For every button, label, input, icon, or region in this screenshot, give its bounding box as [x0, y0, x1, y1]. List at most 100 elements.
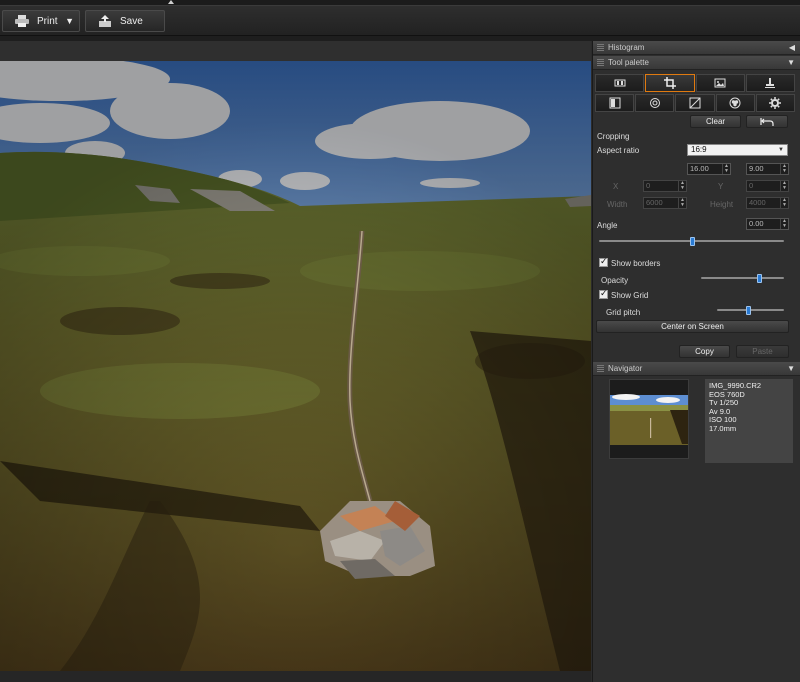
viewer-top-band [0, 41, 591, 61]
cropping-section-title: Cropping [597, 132, 630, 141]
save-icon [99, 15, 111, 27]
width-field[interactable]: 6000 ▲ ▼ [643, 197, 687, 209]
frame-icon [609, 97, 621, 109]
stepper-icon[interactable]: ▲ ▼ [678, 181, 686, 191]
grid-pitch-label: Grid pitch [606, 308, 641, 317]
tone-curve-icon [689, 97, 701, 109]
width-label: Width [607, 200, 628, 209]
slider-thumb[interactable] [757, 274, 763, 283]
gear-icon [769, 97, 782, 109]
navigator-header[interactable]: Navigator ▼ [593, 362, 800, 376]
image-viewer[interactable] [0, 41, 591, 682]
tool-palette-header[interactable]: Tool palette ▼ [593, 56, 800, 70]
color-icon [729, 97, 741, 109]
tab-basic[interactable] [595, 94, 635, 112]
grip-icon[interactable] [597, 365, 604, 373]
ratio-width-field[interactable]: 16.00 ▲ ▼ [687, 163, 731, 175]
show-borders-label: Show borders [611, 259, 661, 268]
aspect-ratio-label: Aspect ratio [597, 146, 640, 155]
print-button[interactable]: Print ▼ [2, 10, 80, 32]
photo-preview[interactable] [0, 61, 591, 671]
print-dropdown-icon[interactable]: ▼ [65, 16, 74, 26]
chevron-down-icon: ▼ [778, 147, 784, 153]
histogram-title: Histogram [608, 43, 645, 52]
aspect-ratio-value: 16:9 [691, 145, 707, 154]
angle-field[interactable]: 0.00 ▲ ▼ [746, 218, 789, 230]
copy-button[interactable]: Copy [679, 345, 730, 358]
y-value: 0 [749, 181, 754, 190]
paste-button[interactable]: Paste [736, 345, 789, 358]
viewer-bottom-band [0, 671, 591, 682]
lens-icon [649, 98, 660, 108]
navigator-title: Navigator [608, 364, 643, 373]
tab-rgb-adjust[interactable] [595, 74, 645, 92]
clear-button[interactable]: Clear [690, 115, 741, 128]
angle-label: Angle [597, 221, 618, 230]
collapse-left-icon[interactable]: ◀ [789, 41, 795, 55]
stepper-icon[interactable]: ▲ ▼ [780, 219, 788, 229]
tool-tabs-row-1 [595, 74, 795, 92]
undo-icon [760, 118, 774, 126]
slider-thumb[interactable] [689, 237, 695, 246]
opacity-label: Opacity [601, 276, 629, 285]
width-value: 6000 [646, 198, 663, 207]
printer-icon [15, 15, 29, 27]
rgb-icon [614, 79, 626, 87]
y-label: Y [718, 182, 724, 191]
opacity-slider[interactable] [701, 274, 784, 283]
angle-slider[interactable] [599, 237, 784, 246]
tab-crop[interactable] [645, 74, 695, 92]
image-icon [714, 78, 726, 88]
tab-stamp[interactable] [745, 74, 795, 92]
stepper-icon[interactable]: ▲ ▼ [780, 164, 788, 174]
histogram-header[interactable]: Histogram ◀ [593, 41, 800, 55]
tool-tabs-row-2 [595, 94, 796, 112]
slider-track [701, 277, 784, 279]
undo-button[interactable] [746, 115, 788, 128]
stepper-icon[interactable]: ▲ ▼ [780, 198, 788, 208]
center-on-screen-button[interactable]: Center on Screen [596, 320, 789, 333]
x-value: 0 [646, 181, 651, 190]
height-value: 4000 [749, 198, 766, 207]
print-label: Print [37, 15, 58, 27]
tab-settings[interactable] [755, 94, 796, 112]
tab-tone-curve[interactable] [675, 94, 715, 112]
landscape-photo [0, 61, 591, 671]
ratio-width-value: 16.00 [690, 164, 709, 173]
tab-lens[interactable] [635, 94, 675, 112]
right-panel: Histogram ◀ Tool palette ▼ Clear Croppin… [592, 41, 800, 682]
ratio-height-field[interactable]: 9.00 ▲ ▼ [746, 163, 789, 175]
stamp-icon [765, 78, 776, 88]
height-label: Height [710, 200, 734, 209]
show-grid-checkbox[interactable] [599, 288, 608, 299]
show-grid-label: Show Grid [611, 291, 649, 300]
collapse-down-icon[interactable]: ▼ [787, 56, 795, 70]
grid-pitch-slider[interactable] [717, 306, 784, 315]
angle-value: 0.00 [749, 219, 764, 228]
info-focal-length: 17.0mm [709, 423, 737, 433]
show-borders-checkbox[interactable] [599, 256, 608, 267]
grip-icon[interactable] [597, 59, 604, 67]
ratio-height-value: 9.00 [749, 164, 764, 173]
stepper-icon[interactable]: ▲ ▼ [780, 181, 788, 191]
tab-color[interactable] [715, 94, 755, 112]
thumbnail-image [610, 394, 688, 445]
stepper-icon[interactable]: ▲ ▼ [678, 198, 686, 208]
save-button[interactable]: Save [85, 10, 165, 32]
image-info-box: IMG_9990.CR2 EOS 760D Tv 1/250 Av 9.0 IS… [705, 379, 793, 463]
y-field[interactable]: 0 ▲ ▼ [746, 180, 789, 192]
save-label: Save [120, 15, 143, 27]
height-field[interactable]: 4000 ▲ ▼ [746, 197, 789, 209]
crop-icon [663, 77, 676, 89]
navigator-thumbnail[interactable] [609, 379, 689, 459]
slider-thumb[interactable] [746, 306, 752, 315]
collapse-notch-icon[interactable] [168, 0, 174, 4]
tab-image[interactable] [695, 74, 745, 92]
x-field[interactable]: 0 ▲ ▼ [643, 180, 687, 192]
main-toolbar: Print ▼ Save [0, 6, 800, 36]
grip-icon[interactable] [597, 44, 604, 52]
stepper-icon[interactable]: ▲ ▼ [722, 164, 730, 174]
x-label: X [613, 182, 619, 191]
collapse-down-icon[interactable]: ▼ [787, 362, 795, 376]
aspect-ratio-select[interactable]: 16:9 ▼ [687, 144, 788, 156]
